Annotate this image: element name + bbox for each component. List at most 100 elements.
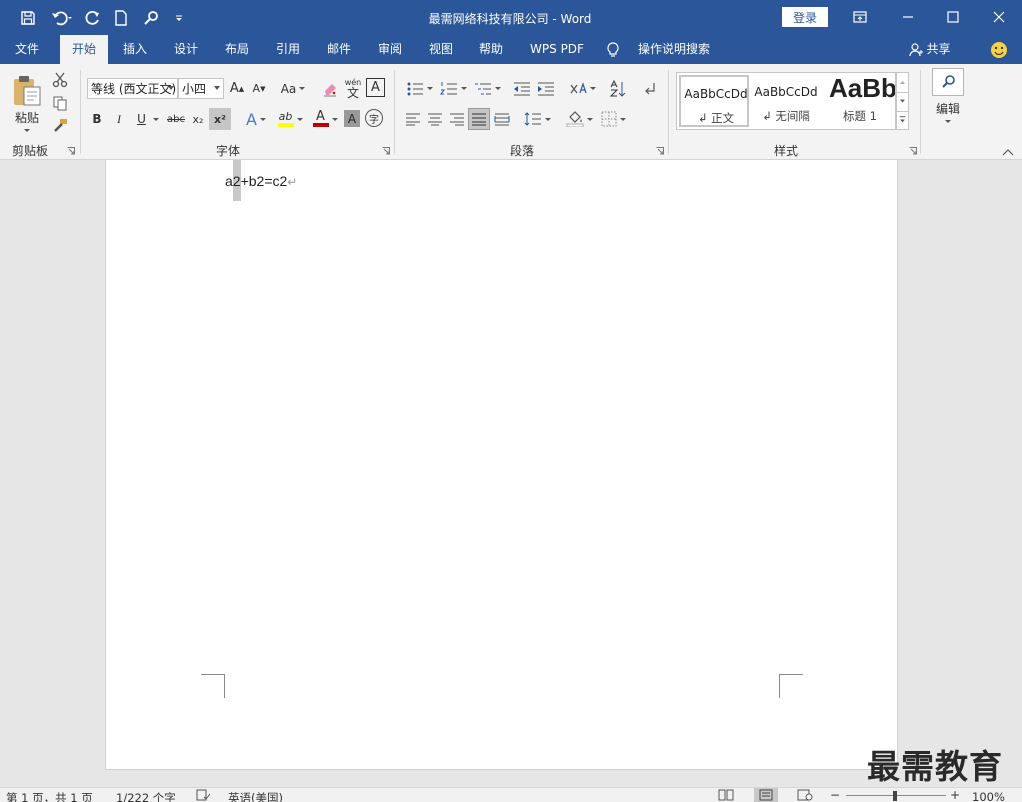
editing-button[interactable]: 编辑 [929,68,967,134]
numbering-button[interactable] [437,78,469,99]
share-button[interactable]: 共享 [905,35,955,64]
undo-button[interactable] [46,6,78,30]
character-shading-label: A [347,111,357,126]
text-effects-label: A [246,109,257,129]
align-left-button[interactable] [403,108,423,130]
customize-qat-button[interactable] [170,6,188,30]
close-icon [993,11,1005,23]
page-count-status[interactable]: 第 1 页，共 1 页 [6,790,93,802]
clipboard-launcher-icon[interactable] [67,147,75,155]
font-name-combo[interactable]: 等线 (西文正文) [87,78,178,99]
style-no-spacing[interactable]: AaBbCcDd ↲ 无间隔 [751,75,821,127]
word-count-status[interactable]: 1/222 个字 [116,790,176,802]
tab-file[interactable]: 文件 [4,35,50,64]
grow-font-button[interactable]: A ▲ [227,78,247,99]
line-spacing-button[interactable] [522,108,552,130]
align-right-button[interactable] [447,108,467,130]
cut-button[interactable] [50,70,70,90]
tab-design[interactable]: 设计 [163,35,209,64]
borders-icon [601,111,616,127]
tab-layout[interactable]: 布局 [214,35,260,64]
login-button[interactable]: 登录 [782,7,828,27]
find-button[interactable] [140,6,162,30]
tab-mailings[interactable]: 邮件 [316,35,362,64]
zoom-level[interactable]: 100% [972,790,1005,802]
decrease-indent-button[interactable] [511,78,533,99]
tab-help[interactable]: 帮助 [468,35,514,64]
close-button[interactable] [984,4,1014,30]
italic-button[interactable]: I [110,108,128,130]
clear-formatting-button[interactable] [320,78,340,99]
styles-gallery-scroll[interactable] [896,72,909,130]
new-document-button[interactable] [110,6,132,30]
format-painter-button[interactable] [50,116,70,136]
font-size-combo[interactable]: 小四 [178,78,224,99]
sort-button[interactable] [607,78,629,99]
styles-launcher-icon[interactable] [909,147,917,155]
zoom-slider-thumb[interactable] [893,791,897,801]
eraser-icon [324,83,336,96]
ribbon-display-options-button[interactable] [845,4,875,30]
highlight-color-button[interactable]: ab [274,108,306,130]
show-marks-button[interactable] [640,78,660,99]
character-shading-button[interactable]: A [344,110,360,127]
bold-button[interactable]: B [88,108,106,130]
tab-references[interactable]: 引用 [265,35,311,64]
save-button[interactable] [16,6,40,30]
enclose-characters-button[interactable]: 字 [365,109,383,127]
document-text[interactable]: a2+b2=c2 [225,173,287,189]
language-status[interactable]: 英语(美国) [228,790,283,802]
character-border-button[interactable]: A [366,78,385,97]
tab-home[interactable]: 开始 [60,35,108,65]
paste-button[interactable]: 粘贴 [8,70,46,136]
font-color-button[interactable]: A [309,108,341,130]
line-spacing-icon [524,112,541,126]
editing-label: 编辑 [935,102,960,116]
shading-button[interactable] [564,108,594,130]
tell-me-search[interactable]: 操作说明搜索 [606,35,718,64]
chinese-layout-button[interactable] [566,78,598,99]
multilevel-list-button[interactable] [471,78,503,99]
tab-view[interactable]: 视图 [418,35,464,64]
print-layout-button[interactable] [754,788,778,802]
zoom-out-button[interactable]: − [830,788,840,802]
document-line[interactable]: a2+b2=c2↵ [225,173,297,189]
underline-button[interactable]: U [133,108,163,130]
borders-button[interactable] [598,108,628,130]
maximize-icon [947,11,959,23]
increase-indent-button[interactable] [535,78,557,99]
document-page[interactable]: a2+b2=c2↵ [105,160,898,770]
subscript-button[interactable]: x₂ [189,108,207,130]
tab-insert[interactable]: 插入 [112,35,158,64]
web-layout-button[interactable] [797,789,813,801]
document-area[interactable]: a2+b2=c2↵ [0,160,1022,787]
phonetic-guide-button[interactable]: wén 文 [342,76,364,100]
shrink-font-button[interactable]: A ▼ [249,78,269,99]
phonetic-char: 文 [346,86,359,100]
paragraph-mark: ↵ [287,175,298,189]
style-normal[interactable]: AaBbCcDd ↲ 正文 [679,75,749,127]
paste-label: 粘贴 [14,110,39,125]
maximize-button[interactable] [938,4,968,30]
zoom-in-button[interactable]: + [950,788,960,802]
distributed-button[interactable] [492,108,512,130]
bullets-button[interactable] [403,78,435,99]
collapse-ribbon-icon[interactable] [1002,148,1014,156]
change-case-button[interactable]: Aa [277,78,309,99]
minimize-button[interactable] [893,4,923,30]
tab-wps-pdf[interactable]: WPS PDF [522,35,592,64]
redo-button[interactable] [82,6,104,30]
superscript-button[interactable]: x² [209,108,231,130]
align-center-button[interactable] [425,108,445,130]
justify-button[interactable] [468,108,490,130]
strikethrough-button[interactable]: abc [166,108,186,130]
style-heading-1[interactable]: AaBb 标题 1 [825,73,895,127]
tab-review[interactable]: 审阅 [367,35,413,64]
read-mode-button[interactable] [718,789,734,801]
copy-button[interactable] [50,93,70,113]
paragraph-launcher-icon[interactable] [656,147,664,155]
text-effects-button[interactable]: A [241,108,271,130]
font-launcher-icon[interactable] [382,147,390,155]
proofing-status[interactable] [196,789,210,801]
feedback-button[interactable] [987,35,1011,64]
